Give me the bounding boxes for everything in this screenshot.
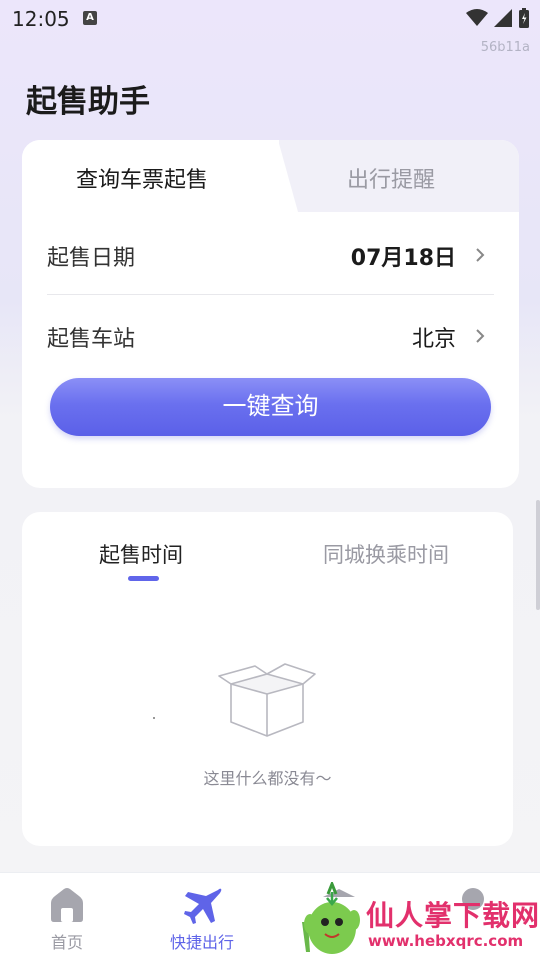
query-tab-bar: 查询车票起售 出行提醒 bbox=[22, 140, 519, 212]
sale-date-row[interactable]: 起售日期 07月18日 bbox=[47, 224, 494, 284]
chevron-right-icon bbox=[476, 329, 485, 343]
tab-sale-query-label: 查询车票起售 bbox=[76, 168, 209, 193]
system-icons bbox=[466, 8, 530, 28]
sale-date-value: 07月18日 bbox=[350, 246, 456, 271]
nav-quick-travel[interactable]: 快捷出行 bbox=[147, 873, 257, 960]
sale-station-row[interactable]: 起售车站 北京 bbox=[47, 305, 494, 365]
watermark: 仙人掌下载网 www.hebxqrc.com bbox=[298, 882, 540, 960]
sale-station-value: 北京 bbox=[411, 327, 456, 352]
tab-reminder-label: 出行提醒 bbox=[347, 168, 436, 193]
signal-icon bbox=[494, 9, 512, 27]
nav-home-label: 首页 bbox=[50, 933, 83, 952]
a-icon: A bbox=[83, 11, 97, 25]
tab-indicator bbox=[128, 576, 159, 581]
battery-icon bbox=[519, 8, 529, 28]
one-click-query-button[interactable]: 一键查询 bbox=[50, 378, 491, 436]
row-divider bbox=[47, 294, 494, 295]
empty-state-text: 这里什么都没有～ bbox=[203, 769, 332, 788]
sale-date-label: 起售日期 bbox=[47, 246, 136, 271]
decorative-dot bbox=[153, 717, 155, 719]
wifi-icon bbox=[466, 9, 488, 26]
scrollbar[interactable] bbox=[536, 500, 540, 610]
sale-station-label: 起售车站 bbox=[47, 327, 136, 352]
tab-transfer-time[interactable]: 同城换乘时间 bbox=[323, 539, 449, 569]
nav-home[interactable]: 首页 bbox=[12, 873, 122, 960]
watermark-url: www.hebxqrc.com bbox=[368, 932, 524, 950]
status-bar: 12:05 A bbox=[0, 0, 540, 36]
query-card: 查询车票起售 出行提醒 起售日期 07月18日 起售车站 北京 一键查询 bbox=[22, 140, 519, 488]
nav-quick-travel-label: 快捷出行 bbox=[169, 933, 234, 952]
watermark-brand: 仙人掌下载网 bbox=[366, 899, 540, 932]
build-tag: 56b11a bbox=[480, 40, 530, 55]
page-title: 起售助手 bbox=[26, 84, 150, 120]
empty-box-icon bbox=[218, 663, 316, 737]
status-time: 12:05 bbox=[12, 7, 70, 31]
chevron-right-icon bbox=[476, 248, 485, 262]
cactus-logo-icon bbox=[302, 882, 360, 954]
result-card: 起售时间 同城换乘时间 这里什么都没有～ bbox=[22, 512, 513, 846]
home-icon bbox=[51, 888, 83, 922]
tab-sale-time[interactable]: 起售时间 bbox=[99, 539, 183, 569]
plane-icon bbox=[184, 888, 222, 924]
